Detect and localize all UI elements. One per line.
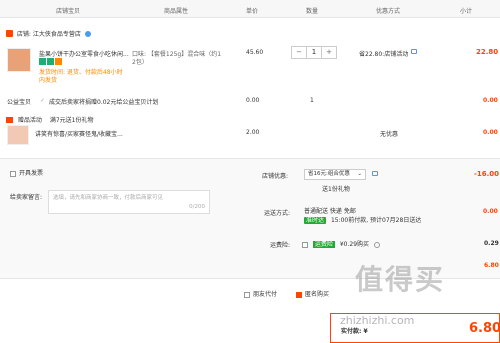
cart-header: 店铺宝贝 商品属性 单价 数量 优惠方式 小计 [0, 0, 500, 18]
shop-row: 店铺: 江大侠食品专营店 [6, 29, 91, 38]
message-label: 给卖家留言: [10, 194, 43, 201]
insurance-tag: 运费险 [312, 241, 335, 248]
gift-thumbnail[interactable] [7, 125, 29, 145]
header-discount: 优惠方式 [376, 8, 401, 15]
watermark-logo: 值得买 [355, 263, 446, 296]
charity-qty: 1 [310, 97, 314, 104]
invoice-label: 开具发票 [19, 170, 44, 177]
check-icon: ✓ [40, 97, 46, 104]
anonymous-option[interactable]: 匿名购买 [296, 289, 329, 298]
gift-label: 赠品活动 [17, 117, 42, 124]
gift-desc: 满7元送1份礼物 [49, 117, 94, 124]
gift-subtotal: 0.00 [483, 129, 498, 136]
header-attrs: 商品属性 [164, 8, 189, 15]
friend-pay-checkbox[interactable] [244, 291, 250, 298]
badge-icon [39, 58, 46, 65]
shipping-amount: 0.00 [483, 208, 498, 215]
watermark-url: zhizhizhi.com [340, 314, 415, 327]
charity-desc: 成交后卖家将捐赠0.02元给公益宝贝计划 [49, 99, 159, 106]
shipping-method[interactable]: 普通配送 快递 免邮 [304, 206, 356, 215]
ontime-badge: 准时达 [304, 217, 327, 224]
header-subtotal: 小计 [460, 8, 473, 15]
invoice-checkbox[interactable] [10, 170, 16, 177]
badge-icon [55, 58, 62, 65]
insurance-option[interactable]: 运费险 ¥0.29购买 [302, 239, 380, 248]
shop-discount-select[interactable]: 省16元:组合优惠 ⌄ [304, 169, 366, 180]
store-total: 6.80 [484, 262, 499, 269]
gift-section: 赠品活动 满7元送1份礼物 [6, 115, 94, 124]
header-qty: 数量 [306, 8, 319, 15]
badge-icon [47, 58, 54, 65]
product-subtotal: 22.80 [476, 48, 499, 56]
shipping-eta: 15:00前付款, 预计07月28日送达 [330, 217, 422, 224]
discount-info-icon[interactable] [411, 49, 417, 54]
shipping-label: 运送方式: [264, 210, 291, 217]
shipping-eta-row: 准时达 15:00前付款, 预计07月28日送达 [304, 215, 421, 224]
message-placeholder: 选填，请先和商家协商一致，付款后商家可见 [53, 195, 164, 201]
header-price: 单价 [246, 8, 259, 15]
question-icon[interactable] [373, 241, 380, 248]
invoice-option[interactable]: 开具发票 [10, 168, 43, 177]
insurance-checkbox[interactable] [302, 241, 308, 248]
friend-pay-option[interactable]: 朋友代付 [244, 289, 277, 298]
promise-line2: 内发货 [39, 77, 58, 84]
seller-message-textarea[interactable]: 选填，请先和商家协商一致，付款后商家可见 0/200 [48, 190, 210, 214]
shop-discount-amount: -16.00 [474, 170, 500, 178]
shop-discount-selected: 省16元:组合优惠 [308, 171, 350, 177]
gift-price: 2.00 [246, 129, 260, 136]
chat-icon[interactable] [84, 30, 91, 37]
product-discount: 省22.80:店铺活动 [359, 51, 409, 58]
gift-discount: 无优惠 [380, 131, 399, 138]
pay-total: 6.80 [469, 321, 500, 336]
product-badges [39, 58, 63, 65]
anonymous-label: 匿名购买 [305, 291, 330, 298]
insurance-price: ¥0.29购买 [339, 241, 370, 248]
anonymous-checkbox[interactable] [296, 291, 302, 298]
message-counter: 0/200 [189, 204, 205, 210]
product-price: 45.60 [246, 49, 264, 56]
product-title[interactable]: 盐果小饼干办公室零食小吃休闲... [39, 49, 129, 58]
shop-discount-sub: 送1份礼物 [322, 186, 350, 193]
gift-title[interactable]: 讲笑有惊喜/买家赛怪鬼/收藏宝... [35, 129, 123, 138]
chat-icon[interactable] [372, 171, 378, 176]
pay-label: 实付款: ¥ [341, 328, 368, 335]
chevron-down-icon: ⌄ [357, 171, 362, 177]
shop-discount-label: 店铺优惠: [262, 173, 289, 180]
qty-minus-button[interactable]: − [292, 47, 306, 58]
shop-name[interactable]: 店铺: 江大侠食品专营店 [17, 31, 81, 38]
qty-input[interactable]: 1 [306, 47, 322, 58]
shop-icon [6, 30, 13, 37]
friend-pay-label: 朋友代付 [253, 291, 278, 298]
gift-icon [6, 116, 13, 123]
insurance-label: 运费险: [270, 242, 291, 249]
charity-label: 公益宝贝 [7, 99, 32, 106]
charity-subtotal: 0.00 [483, 97, 498, 104]
product-attrs-2: 2包） [132, 59, 148, 66]
product-thumbnail[interactable] [7, 48, 31, 72]
qty-plus-button[interactable]: + [322, 47, 336, 58]
quantity-stepper[interactable]: − 1 + [291, 46, 337, 59]
charity-price: 0.00 [246, 97, 260, 104]
header-shop-treasure: 店铺宝贝 [56, 8, 81, 15]
insurance-amount: 0.29 [484, 240, 499, 247]
